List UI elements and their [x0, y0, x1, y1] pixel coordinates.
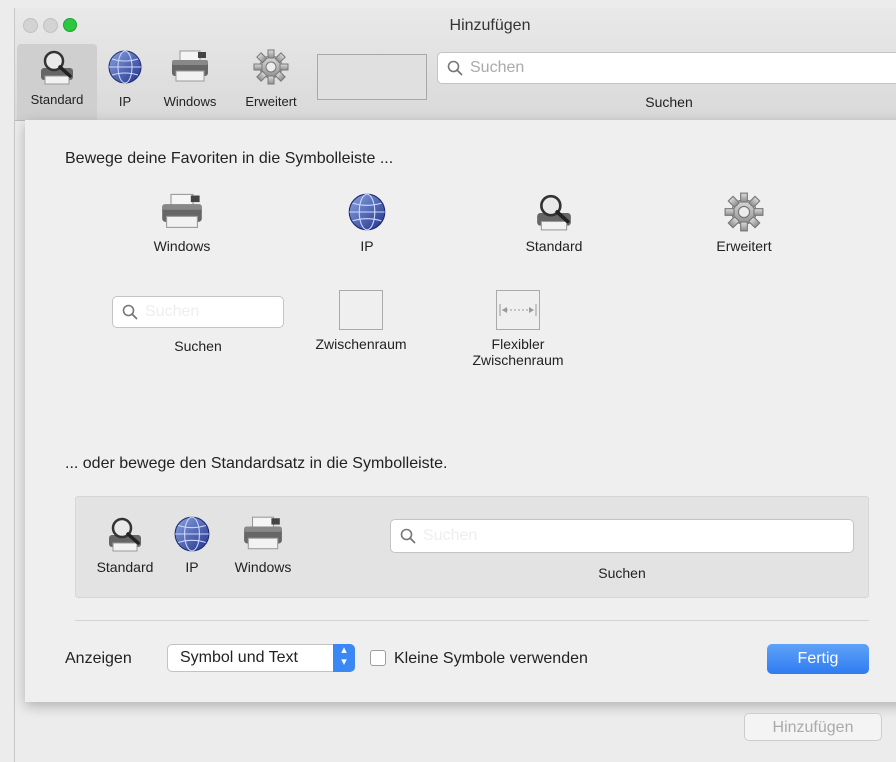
search-icon [447, 60, 463, 76]
divider [75, 620, 869, 621]
default-search-label: Suchen [598, 565, 646, 581]
window-title: Hinzufügen [449, 17, 531, 34]
palette-standard-label: Standard [525, 238, 583, 254]
done-button[interactable]: Fertig [767, 644, 869, 674]
small-icons-checkbox[interactable] [370, 650, 386, 666]
add-button[interactable]: Hinzufügen [744, 713, 882, 741]
palette-standard[interactable]: Standard [509, 192, 599, 254]
default-windows-label: Windows [234, 559, 292, 575]
standard-icon [532, 192, 576, 232]
gear-icon [253, 49, 289, 85]
default-windows: Windows [226, 515, 300, 575]
toolbar-windows-label: Windows [163, 94, 217, 109]
flexible-space-icon [496, 290, 540, 330]
palette-flex-space[interactable]: Flexibler Zwischenraum [455, 290, 581, 368]
toolbar-ip[interactable]: IP [105, 44, 145, 109]
default-ip: IP [172, 515, 212, 575]
show-mode-value: Symbol und Text [180, 649, 298, 666]
palette-windows[interactable]: Windows [137, 192, 227, 254]
space-icon [339, 290, 383, 330]
favorites-heading: Bewege deine Favoriten in die Symbolleis… [65, 150, 394, 167]
printer-icon [242, 515, 284, 553]
palette-space[interactable]: Zwischenraum [305, 290, 417, 352]
toolbar-ip-label: IP [118, 94, 132, 109]
palette-flex-space-label: Flexibler Zwischenraum [472, 336, 564, 368]
toolbar-standard-label: Standard [30, 92, 84, 107]
small-icons-label: Kleine Symbole verwenden [394, 650, 588, 667]
show-label: Anzeigen [65, 650, 132, 667]
palette-search-label: Suchen [174, 338, 222, 354]
chevron-updown-icon: ▴ ▾ [333, 644, 355, 672]
toolbar: Hinzufügen Standard IP Windows Erweitert… [15, 8, 896, 121]
toolbar-erweitert[interactable]: Erweitert [235, 44, 307, 109]
toolbar-standard[interactable]: Standard [17, 44, 97, 120]
palette-windows-label: Windows [153, 238, 211, 254]
toolbar-windows[interactable]: Windows [155, 44, 225, 109]
toolbar-space-placeholder [317, 54, 427, 100]
palette-search[interactable]: Suchen Suchen [111, 296, 285, 354]
default-ip-label: IP [185, 559, 199, 575]
default-standard: Standard [90, 515, 160, 575]
palette-erweitert-label: Erweitert [716, 238, 772, 254]
toolbar-search-label: Suchen [645, 94, 693, 110]
add-printer-window: Hinzufügen Standard IP Windows Erweitert… [14, 8, 896, 762]
globe-icon [107, 49, 143, 85]
printer-icon [170, 49, 210, 85]
default-search-field: Suchen [390, 519, 854, 553]
default-standard-label: Standard [96, 559, 154, 575]
search-placeholder: Suchen [470, 59, 525, 76]
default-set-panel[interactable]: Standard IP Windows Suchen Suchen [75, 496, 869, 598]
standard-icon [37, 48, 77, 86]
globe-icon [173, 515, 211, 553]
default-search: Suchen Suchen [390, 519, 854, 581]
search-icon [400, 528, 416, 544]
standard-icon [105, 515, 145, 553]
palette-search-field: Suchen [112, 296, 284, 328]
palette-space-label: Zwischenraum [315, 336, 407, 352]
gear-icon [724, 192, 764, 232]
default-search-placeholder: Suchen [423, 527, 478, 544]
search-icon [122, 304, 138, 320]
palette-search-placeholder: Suchen [145, 303, 200, 320]
palette-ip-label: IP [360, 238, 374, 254]
palette-ip[interactable]: IP [337, 192, 397, 254]
show-mode-select[interactable]: Symbol und Text ▴ ▾ [167, 644, 355, 672]
customize-toolbar-sheet: Bewege deine Favoriten in die Symbolleis… [25, 120, 896, 702]
default-set-heading: ... oder bewege den Standardsatz in die … [65, 455, 448, 472]
palette-erweitert[interactable]: Erweitert [699, 192, 789, 254]
toolbar-search-field[interactable]: Suchen [437, 52, 896, 84]
globe-icon [347, 192, 387, 232]
toolbar-erweitert-label: Erweitert [245, 94, 297, 109]
printer-icon [160, 192, 204, 232]
